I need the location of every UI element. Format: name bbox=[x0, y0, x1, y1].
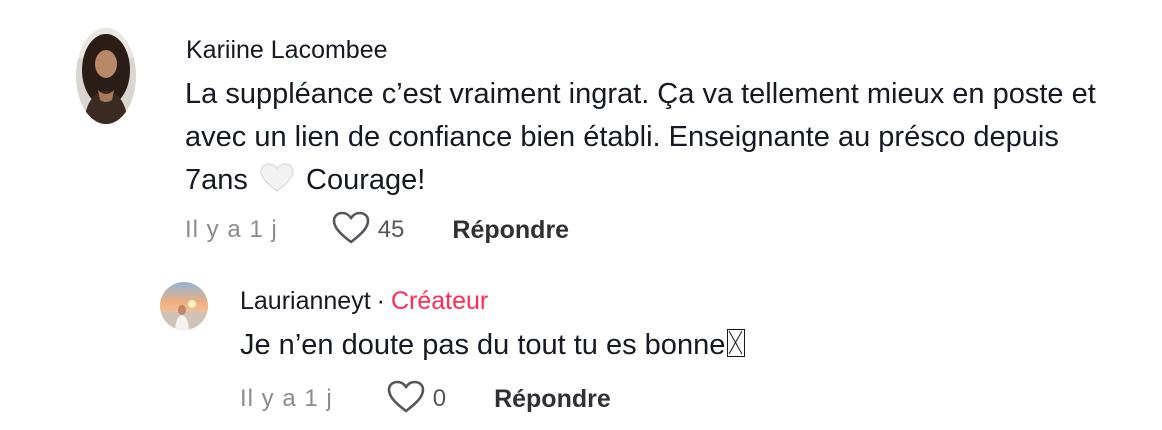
like-button[interactable]: 0 bbox=[387, 380, 446, 419]
comment-text-part: Courage! bbox=[306, 164, 426, 196]
author-name[interactable]: Kariine Lacombee bbox=[186, 36, 388, 64]
separator: · bbox=[376, 287, 385, 315]
reply-meta: Il y a 1 j 0 Répondre bbox=[240, 379, 611, 419]
avatar[interactable] bbox=[160, 282, 208, 330]
reply-button[interactable]: Répondre bbox=[494, 385, 611, 414]
reply-timestamp: Il y a 1 j bbox=[240, 385, 333, 412]
comment-text: La suppléance c’est vraiment ingrat. Ça … bbox=[185, 73, 1125, 202]
heart-outline-icon[interactable] bbox=[332, 211, 370, 250]
avatar[interactable] bbox=[76, 28, 136, 124]
like-button[interactable]: 45 bbox=[332, 211, 405, 250]
comment-author[interactable]: Kariine Lacombee bbox=[186, 36, 388, 65]
reply-text-content: Je n’en doute pas du tout tu es bonne bbox=[240, 329, 726, 361]
heart-outline-icon[interactable] bbox=[387, 380, 425, 419]
comment-item: Kariine Lacombee La suppléance c’est vra… bbox=[0, 0, 1162, 260]
white-heart-icon bbox=[260, 163, 294, 193]
creator-badge: Créateur bbox=[390, 287, 489, 315]
reply-text: Je n’en doute pas du tout tu es bonne bbox=[240, 324, 1140, 367]
like-count: 0 bbox=[432, 385, 447, 412]
missing-glyph-icon bbox=[727, 329, 746, 357]
reply-button[interactable]: Répondre bbox=[452, 216, 569, 245]
author-name[interactable]: Laurianneyt bbox=[240, 287, 371, 315]
comment-timestamp: Il y a 1 j bbox=[185, 216, 278, 243]
comment-meta: Il y a 1 j 45 Répondre bbox=[185, 210, 569, 250]
reply-author-line: Laurianneyt · Créateur bbox=[240, 287, 488, 316]
reply-item: Laurianneyt · Créateur Je n’en doute pas d… bbox=[0, 270, 1162, 430]
like-count: 45 bbox=[377, 216, 405, 243]
